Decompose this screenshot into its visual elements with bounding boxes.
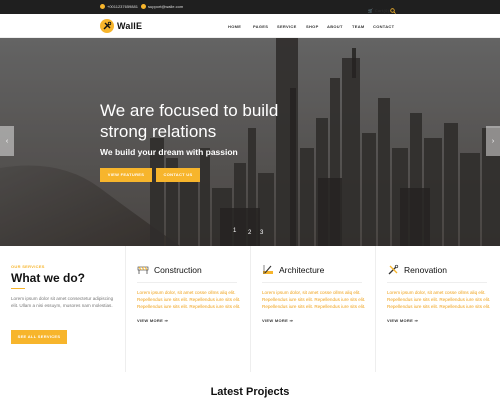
tools-icon xyxy=(387,264,399,276)
slide-dot-2[interactable]: 2 xyxy=(248,230,251,236)
see-all-services-button[interactable]: SEE ALL SERVICES xyxy=(11,330,67,344)
view-more-link[interactable]: VIEW MORE ⇒ xyxy=(262,318,372,323)
email-contact[interactable]: support@walle.com xyxy=(141,4,183,9)
services-intro-text: Lorem ipsum dolor sit amet consectetur a… xyxy=(11,296,114,308)
service-card-architecture: Architecture Lorem ipsum dolor, sit amet… xyxy=(262,264,372,323)
logo[interactable]: WallE xyxy=(100,19,142,33)
view-more-link[interactable]: VIEW MORE ⇒ xyxy=(387,318,497,323)
phone-icon xyxy=(100,4,105,9)
service-card-title: Construction xyxy=(154,265,202,275)
chevron-right-icon: › xyxy=(491,137,495,145)
phone-contact[interactable]: +0011237659881 xyxy=(100,4,138,9)
column-divider xyxy=(375,246,376,372)
nav-shop[interactable]: SHOP xyxy=(306,24,319,29)
barrier-icon xyxy=(137,264,149,276)
cart-icon: 🛒 xyxy=(368,8,374,13)
logo-tools-icon xyxy=(100,19,114,33)
heading-underline xyxy=(11,288,25,289)
column-divider xyxy=(250,246,251,372)
logo-text: WallE xyxy=(117,21,143,31)
chevron-left-icon: ‹ xyxy=(5,137,9,145)
nav-about[interactable]: ABOUT xyxy=(327,24,343,29)
nav-team[interactable]: TEAM xyxy=(352,24,365,29)
card-divider xyxy=(137,282,237,283)
latest-projects-heading: Latest Projects xyxy=(210,386,290,398)
cart-link[interactable]: 🛒 Cart(0) xyxy=(368,8,389,13)
cart-count: Cart(0) xyxy=(374,8,390,13)
ruler-pencil-icon xyxy=(262,264,274,276)
nav-contact[interactable]: CONTACT xyxy=(373,24,394,29)
view-features-button[interactable]: VIEW FEATURES xyxy=(100,168,152,182)
service-card-text: Lorem ipsum dolor, sit amet cosse ollms … xyxy=(387,290,491,309)
nav-pages[interactable]: PAGES xyxy=(253,24,268,29)
column-divider xyxy=(125,246,126,372)
card-divider xyxy=(262,282,362,283)
hero-title: We are focused to build strong relations xyxy=(100,101,279,141)
top-bar: +0011237659881 support@walle.com xyxy=(0,0,500,14)
services-section: OUR SERVICES What we do? Lorem ipsum dol… xyxy=(0,246,500,372)
services-eyebrow: OUR SERVICES xyxy=(11,264,45,269)
slide-dot-1[interactable]: 1 xyxy=(233,228,236,234)
card-divider xyxy=(387,282,487,283)
services-heading: What we do? xyxy=(11,271,85,285)
services-intro: OUR SERVICES What we do? Lorem ipsum dol… xyxy=(11,264,121,309)
contact-us-button[interactable]: CONTACT US xyxy=(156,168,200,182)
nav-service[interactable]: SERVICE xyxy=(277,24,297,29)
slide-dot-3[interactable]: 3 xyxy=(260,230,263,236)
slider-next-button[interactable]: › xyxy=(486,126,500,156)
slider-prev-button[interactable]: ‹ xyxy=(0,126,14,156)
envelope-icon xyxy=(141,4,146,9)
service-card-renovation: Renovation Lorem ipsum dolor, sit amet c… xyxy=(387,264,497,323)
hero-slider: We are focused to build strong relations… xyxy=(0,38,500,246)
hero-subtitle: We build your dream with passion xyxy=(100,147,238,157)
phone-number: +0011237659881 xyxy=(107,4,138,9)
service-card-title: Renovation xyxy=(404,265,448,275)
main-header: WallE HOME PAGES SERVICE SHOP ABOUT TEAM… xyxy=(0,8,500,38)
email-address: support@walle.com xyxy=(148,4,184,9)
service-card-text: Lorem ipsum dolor, sit amet cosse ollms … xyxy=(262,290,366,309)
nav-home[interactable]: HOME xyxy=(228,24,241,29)
service-card-construction: Construction Lorem ipsum dolor, sit amet… xyxy=(137,264,247,323)
service-card-text: Lorem ipsum dolor, sit amet cosse ollms … xyxy=(137,290,241,309)
view-more-link[interactable]: VIEW MORE ⇒ xyxy=(137,318,247,323)
search-icon xyxy=(390,8,396,14)
search-button[interactable] xyxy=(390,8,396,15)
city-skyline-image xyxy=(0,38,500,246)
service-card-title: Architecture xyxy=(279,265,325,275)
